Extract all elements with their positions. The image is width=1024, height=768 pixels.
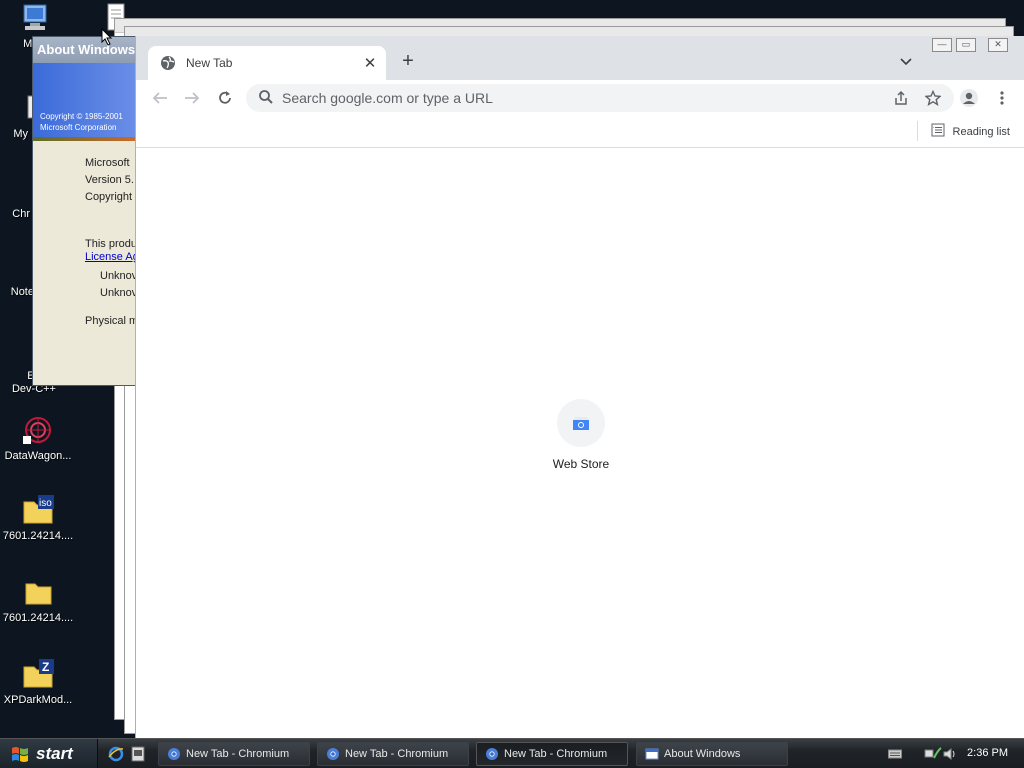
taskbar-item-chromium-2[interactable]: New Tab - Chromium xyxy=(317,742,469,766)
omnibox-placeholder: Search google.com or type a URL xyxy=(282,90,493,106)
desktop-icon-label: XPDarkMod... xyxy=(3,694,73,706)
computer-icon xyxy=(20,2,52,34)
bookmark-bar: Reading list xyxy=(136,116,1024,148)
task-label: About Windows xyxy=(664,748,741,760)
keyboard-icon[interactable] xyxy=(888,748,902,763)
dialog-title[interactable]: About Windows xyxy=(33,37,141,63)
windows-banner: Copyright © 1985-2001 Microsoft Corporat… xyxy=(33,63,141,137)
search-icon xyxy=(258,89,274,108)
window-icon xyxy=(645,747,659,761)
tab-new-tab[interactable]: New Tab ✕ xyxy=(148,46,386,80)
start-button[interactable]: start xyxy=(0,739,98,768)
mouse-cursor-icon xyxy=(101,27,113,49)
license-text: This produ xyxy=(85,238,137,250)
new-tab-page: Web Store xyxy=(136,149,1024,738)
clock[interactable]: 2:36 PM xyxy=(967,747,1008,759)
licensed-user: Unknov xyxy=(100,270,138,282)
banner-company: Microsoft Corporation xyxy=(40,123,117,132)
forward-arrow-icon[interactable] xyxy=(181,87,203,109)
more-menu-icon[interactable] xyxy=(991,87,1013,109)
chromium-icon xyxy=(326,747,340,761)
datawagon-icon xyxy=(22,414,54,446)
product-name: Microsoft xyxy=(85,157,130,169)
banner-copyright: Copyright © 1985-2001 xyxy=(40,112,123,121)
globe-icon xyxy=(160,55,176,71)
copyright-text: Copyright xyxy=(85,191,133,203)
volume-icon[interactable] xyxy=(942,746,958,765)
system-tray: 2:36 PM xyxy=(876,739,1024,768)
license-link[interactable]: License Ag xyxy=(85,251,141,264)
dialog-body: Microsoft Version 5. Copyright This prod… xyxy=(33,141,141,330)
folder-zip-icon: Z xyxy=(22,658,54,690)
bookmark-star-icon[interactable] xyxy=(922,87,944,109)
folder-icon xyxy=(22,576,54,608)
reading-list-label: Reading list xyxy=(952,125,1010,138)
maximize-button[interactable]: ▭ xyxy=(956,38,976,52)
desktop-icon-datawagon[interactable]: DataWagon... xyxy=(0,414,78,462)
chromium-icon xyxy=(485,747,499,761)
profile-avatar-icon[interactable] xyxy=(958,87,980,109)
taskbar-item-chromium-3[interactable]: New Tab - Chromium xyxy=(476,742,628,766)
physical-memory: Physical m xyxy=(85,315,139,327)
task-label: New Tab - Chromium xyxy=(504,748,608,760)
network-icon[interactable] xyxy=(924,746,942,765)
bookmark-separator xyxy=(916,121,918,141)
tab-strip: New Tab ✕ + — ▭ ✕ xyxy=(136,36,1024,80)
chromium-icon xyxy=(167,747,181,761)
tab-search-chevron-icon[interactable] xyxy=(898,54,914,70)
reload-icon[interactable] xyxy=(214,87,236,109)
desktop-icon-xpdarkmode[interactable]: Z XPDarkMod... xyxy=(0,658,78,706)
reading-list-icon xyxy=(931,123,945,140)
licensed-org: Unknov xyxy=(100,287,138,299)
shortcut-label: Web Store xyxy=(552,457,610,471)
task-label: New Tab - Chromium xyxy=(345,748,449,760)
minimize-button[interactable]: — xyxy=(932,38,952,52)
svg-text:Z: Z xyxy=(42,660,49,674)
desktop-icon-folder[interactable]: 7601.24214.... xyxy=(0,576,78,624)
taskbar: start New Tab - Chromium New Tab - Chrom… xyxy=(0,738,1024,768)
browser-toolbar: Search google.com or type a URL xyxy=(136,80,1024,116)
internet-explorer-icon[interactable] xyxy=(108,746,124,762)
close-window-button[interactable]: ✕ xyxy=(988,38,1008,52)
iso-badge: iso xyxy=(39,498,52,509)
chromium-window[interactable]: New Tab ✕ + — ▭ ✕ Search google.com or t… xyxy=(135,36,1024,738)
about-windows-dialog[interactable]: About Windows Copyright © 1985-2001 Micr… xyxy=(32,36,142,386)
desktop-icon-iso-folder[interactable]: iso 7601.24214.... xyxy=(0,494,78,542)
tab-title: New Tab xyxy=(186,56,233,70)
version-text: Version 5. xyxy=(85,174,134,186)
desktop-icon-label: 7601.24214.... xyxy=(2,612,74,624)
new-tab-button[interactable]: + xyxy=(398,51,418,72)
start-label: start xyxy=(36,744,73,763)
taskbar-item-chromium-1[interactable]: New Tab - Chromium xyxy=(158,742,310,766)
desktop-icon-label: DataWagon... xyxy=(4,450,72,462)
shortcut-web-store[interactable]: Web Store xyxy=(546,399,616,471)
taskbar-item-about-windows[interactable]: About Windows xyxy=(636,742,788,766)
web-store-icon xyxy=(557,399,605,447)
back-arrow-icon[interactable] xyxy=(149,87,171,109)
share-icon[interactable] xyxy=(890,87,912,109)
windows-flag-icon xyxy=(10,744,30,764)
desktop-icon-label: 7601.24214.... xyxy=(2,530,74,542)
reading-list-button[interactable]: Reading list xyxy=(916,121,1010,141)
show-desktop-icon[interactable] xyxy=(131,746,147,762)
folder-iso-icon: iso xyxy=(22,494,54,526)
task-label: New Tab - Chromium xyxy=(186,748,290,760)
close-tab-icon[interactable]: ✕ xyxy=(360,53,380,73)
omnibox[interactable]: Search google.com or type a URL xyxy=(246,84,954,112)
